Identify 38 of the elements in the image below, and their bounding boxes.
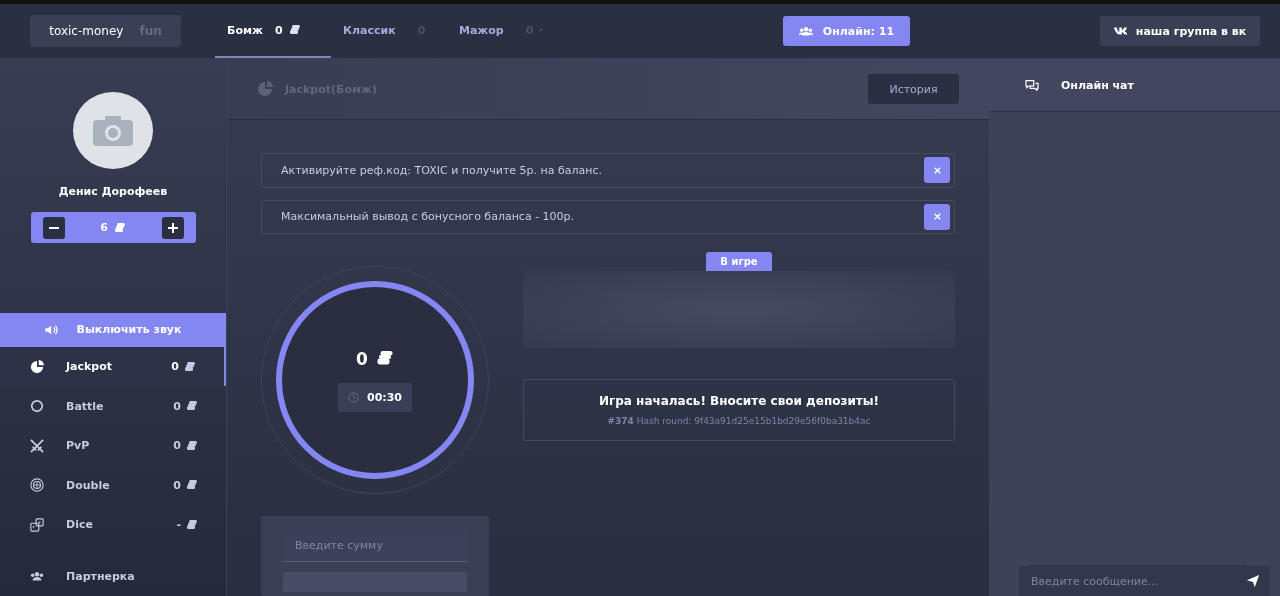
user-name: Денис Дорофеев <box>58 185 168 199</box>
vk-logo-icon <box>1113 26 1128 36</box>
roulette-icon <box>30 478 44 493</box>
crossed-swords-icon <box>30 438 44 453</box>
chat-title: Онлайн чат <box>1061 78 1134 92</box>
game-menu-item[interactable]: Battle 0 <box>0 386 226 426</box>
circle-icon <box>30 399 44 414</box>
pie-icon <box>30 359 44 374</box>
history-button[interactable]: История <box>868 74 959 104</box>
camera-icon <box>93 115 133 146</box>
vk-group-button[interactable]: наша группа в вк <box>1100 16 1260 46</box>
pot-amount: 0 <box>356 348 368 369</box>
users-icon <box>798 26 813 36</box>
game-menu-item[interactable]: PvP 0 <box>0 425 226 466</box>
pie-icon <box>257 81 273 97</box>
message-composer[interactable]: Введите сообщение... <box>1019 566 1270 596</box>
amount-input[interactable]: Введите сумму <box>283 530 467 562</box>
close-icon <box>933 166 941 174</box>
clock-icon <box>348 391 359 403</box>
notice-text: Активируйте реф.код: TOXIC и получите 5р. на баланс. <box>281 163 603 177</box>
dice-icon <box>30 517 44 532</box>
speaker-icon <box>44 324 59 335</box>
notice-text: Максимальный вывод с бонусного баланса - 100р. <box>281 210 576 224</box>
chat-icon <box>1025 79 1039 91</box>
balance-value: 6 <box>100 221 108 235</box>
send-icon[interactable] <box>1246 574 1260 588</box>
plus-button[interactable] <box>161 216 184 239</box>
game-menu-item[interactable]: Double 0 <box>0 465 226 505</box>
close-button[interactable] <box>924 157 950 184</box>
close-icon <box>933 213 941 221</box>
game-menu-item[interactable]: Dice - <box>0 504 226 545</box>
countdown-timer: 00:30 <box>338 382 412 412</box>
status-message: Игра началась! Вносите свои депозиты! <box>598 394 880 408</box>
partner-menu-item[interactable]: Партнерка <box>0 556 226 596</box>
round-hash: #374 Hash round: 9f43a91d25e15b1bd29e56f0ba31b4ac <box>607 416 871 426</box>
close-button[interactable] <box>924 203 950 230</box>
minus-button[interactable] <box>42 216 65 239</box>
plus-icon <box>167 222 178 233</box>
